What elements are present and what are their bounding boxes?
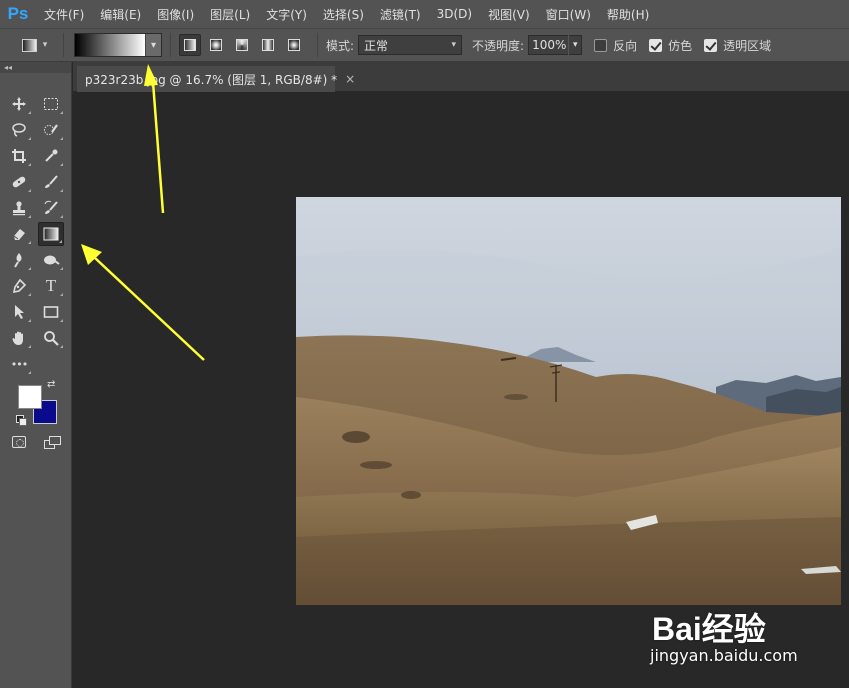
checkbox-checked-icon[interactable] bbox=[704, 38, 718, 52]
chevron-down-icon: ▾ bbox=[451, 40, 457, 50]
swap-colors-icon[interactable]: ⇄ bbox=[47, 379, 55, 390]
screen-mode-icon[interactable] bbox=[44, 436, 61, 449]
marquee-icon[interactable] bbox=[38, 92, 64, 116]
menu-layer[interactable]: 图层(L) bbox=[202, 0, 258, 28]
opacity-field[interactable]: 100% ▾ bbox=[528, 35, 583, 55]
menu-edit[interactable]: 编辑(E) bbox=[92, 0, 149, 28]
healing-brush-icon[interactable] bbox=[6, 170, 32, 194]
close-icon[interactable]: × bbox=[345, 72, 355, 86]
reflected-gradient-icon bbox=[262, 39, 274, 51]
mode-value: 正常 bbox=[364, 38, 389, 53]
menu-help[interactable]: 帮助(H) bbox=[599, 0, 657, 28]
checkbox-checked-icon[interactable] bbox=[649, 38, 663, 52]
document-tab[interactable]: p323r23b.jpg @ 16.7% (图层 1, RGB/8#) * × bbox=[77, 66, 355, 92]
pen-icon[interactable] bbox=[6, 274, 32, 298]
crop-icon[interactable] bbox=[6, 144, 32, 168]
canvas-area[interactable] bbox=[73, 92, 849, 688]
watermark-url: jingyan.baidu.com bbox=[650, 646, 798, 665]
tool-preset-picker[interactable]: ▾ bbox=[6, 33, 64, 57]
chevron-down-icon: ▾ bbox=[42, 40, 48, 50]
angle-gradient-button[interactable] bbox=[231, 34, 253, 56]
type-icon[interactable]: T bbox=[38, 274, 64, 298]
angle-gradient-icon bbox=[236, 39, 248, 51]
menu-window[interactable]: 窗口(W) bbox=[538, 0, 599, 28]
reflected-gradient-button[interactable] bbox=[257, 34, 279, 56]
dither-label: 仿色 bbox=[668, 38, 693, 53]
divider bbox=[317, 33, 318, 57]
divider bbox=[170, 33, 171, 57]
rectangle-icon[interactable] bbox=[38, 300, 64, 324]
app-logo: Ps bbox=[7, 4, 29, 23]
transparency-checkbox[interactable]: 透明区域 bbox=[704, 37, 771, 54]
lasso-icon[interactable] bbox=[6, 118, 32, 142]
chevron-down-icon[interactable]: ▾ bbox=[568, 35, 581, 55]
eraser-icon[interactable] bbox=[6, 222, 32, 246]
tools-panel: ◂◂ T ••• ⇄ bbox=[0, 62, 72, 688]
gradient-tool-icon bbox=[21, 38, 37, 52]
menu-type[interactable]: 文字(Y) bbox=[258, 0, 315, 28]
path-select-icon[interactable] bbox=[6, 300, 32, 324]
checkbox-unchecked-icon[interactable] bbox=[594, 38, 608, 52]
menu-select[interactable]: 选择(S) bbox=[315, 0, 372, 28]
history-brush-icon[interactable] bbox=[38, 196, 64, 220]
reverse-checkbox[interactable]: 反向 bbox=[594, 37, 637, 54]
mode-label: 模式: bbox=[326, 38, 355, 53]
document-tab-strip: p323r23b.jpg @ 16.7% (图层 1, RGB/8#) * × bbox=[73, 62, 849, 92]
zoom-icon[interactable] bbox=[38, 326, 64, 350]
default-colors-icon[interactable] bbox=[16, 415, 27, 426]
reverse-label: 反向 bbox=[613, 38, 638, 53]
foreground-color-swatch[interactable] bbox=[18, 385, 42, 409]
menu-bar: Ps 文件(F) 编辑(E) 图像(I) 图层(L) 文字(Y) 选择(S) 滤… bbox=[0, 0, 849, 28]
gradient-icon[interactable] bbox=[38, 222, 64, 246]
document-tab-title: p323r23b.jpg @ 16.7% (图层 1, RGB/8#) * bbox=[85, 72, 338, 87]
radial-gradient-button[interactable] bbox=[205, 34, 227, 56]
brush-icon[interactable] bbox=[38, 170, 64, 194]
opacity-label: 不透明度: bbox=[472, 38, 525, 53]
quick-select-icon[interactable] bbox=[38, 118, 64, 142]
linear-gradient-icon bbox=[184, 39, 196, 51]
watermark-logo: Bai经验 bbox=[652, 611, 766, 647]
diamond-gradient-button[interactable] bbox=[283, 34, 305, 56]
blur-icon[interactable] bbox=[6, 248, 32, 272]
mode-select[interactable]: 正常 ▾ bbox=[358, 35, 463, 55]
move-icon[interactable] bbox=[6, 92, 32, 116]
gradient-preview[interactable] bbox=[75, 34, 145, 56]
diamond-gradient-icon bbox=[288, 39, 300, 51]
radial-gradient-icon bbox=[210, 39, 222, 51]
menu-view[interactable]: 视图(V) bbox=[480, 0, 538, 28]
menu-3d[interactable]: 3D(D) bbox=[429, 0, 480, 28]
chevron-down-icon[interactable]: ▾ bbox=[145, 34, 161, 56]
linear-gradient-button[interactable] bbox=[179, 34, 201, 56]
gradient-picker[interactable]: ▾ bbox=[74, 33, 162, 57]
document-canvas-image[interactable] bbox=[296, 197, 841, 605]
clone-stamp-icon[interactable] bbox=[6, 196, 32, 220]
hand-icon[interactable] bbox=[6, 326, 32, 350]
menu-image[interactable]: 图像(I) bbox=[149, 0, 202, 28]
eyedropper-icon[interactable] bbox=[38, 144, 64, 168]
menu-file[interactable]: 文件(F) bbox=[36, 0, 92, 28]
panel-collapse-button[interactable]: ◂◂ bbox=[0, 62, 71, 73]
landscape-photo bbox=[296, 197, 841, 605]
baidu-watermark: Bai经验 jingyan.baidu.com bbox=[648, 600, 838, 680]
opacity-value[interactable]: 100% bbox=[529, 38, 566, 52]
dodge-icon[interactable] bbox=[38, 248, 64, 272]
quick-mask-icon[interactable] bbox=[12, 436, 26, 448]
options-bar: ▾ ▾ 模式: 正常 ▾ 不透明度: 100% ▾ 反向 仿色 透明区域 bbox=[0, 28, 849, 62]
transparency-label: 透明区域 bbox=[723, 38, 772, 53]
more-tools-icon[interactable]: ••• bbox=[6, 352, 32, 376]
menu-filter[interactable]: 滤镜(T) bbox=[372, 0, 429, 28]
dither-checkbox[interactable]: 仿色 bbox=[649, 37, 692, 54]
